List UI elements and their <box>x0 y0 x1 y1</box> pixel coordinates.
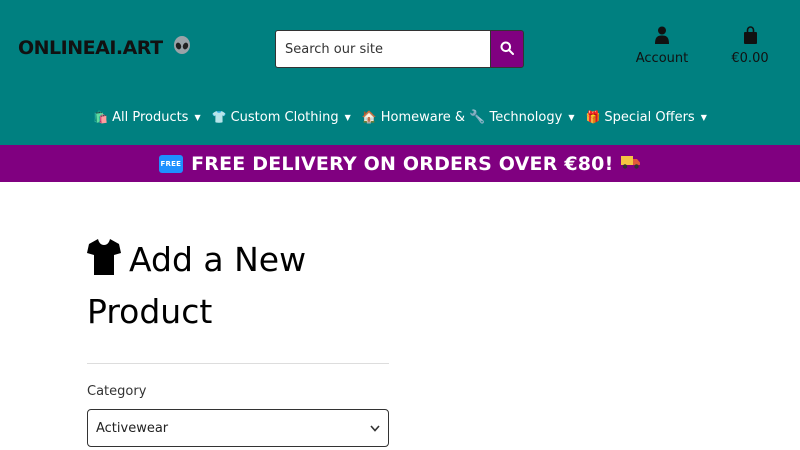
user-icon <box>655 26 669 48</box>
category-label: Category <box>87 384 147 399</box>
delivery-truck-icon <box>621 153 641 175</box>
brand-name[interactable]: ONLINEAI.ART <box>18 37 163 59</box>
nav-item-all-products[interactable]: 🛍️ All Products ▼ <box>93 104 201 130</box>
site-logo[interactable]: ONLINEAI.ART <box>18 36 191 61</box>
banner-text: FREE DELIVERY ON ORDERS OVER €80! <box>191 152 614 175</box>
caret-down-icon: ▼ <box>344 112 351 122</box>
nav-item-homeware-technology[interactable]: 🏠 Homeware & 🔧 Technology ▼ <box>362 104 575 130</box>
page-title: Add a New Product <box>87 236 389 335</box>
house-icon: 🏠 <box>361 110 377 124</box>
site-header: ONLINEAI.ART Account <box>0 0 800 145</box>
cart-link[interactable]: €0.00 <box>722 26 778 66</box>
search-button[interactable] <box>490 30 524 68</box>
t-shirt-icon <box>87 238 121 288</box>
search-icon <box>500 40 514 59</box>
nav-item-special-offers[interactable]: 🎁 Special Offers ▼ <box>585 104 706 130</box>
shopping-bag-icon <box>743 26 758 48</box>
gift-icon: 🎁 <box>585 110 601 124</box>
shopping-bags-icon: 🛍️ <box>93 110 109 124</box>
nav-item-label: Special Offers <box>604 109 695 125</box>
alien-icon <box>173 36 191 61</box>
t-shirt-icon: 👕 <box>211 110 227 124</box>
search-bar <box>275 30 524 68</box>
delivery-banner: FREE FREE DELIVERY ON ORDERS OVER €80! <box>0 145 800 182</box>
main-nav: 🛍️ All Products ▼ 👕 Custom Clothing ▼ 🏠 … <box>0 104 800 130</box>
cart-total: €0.00 <box>731 51 769 66</box>
account-label: Account <box>635 51 689 66</box>
main-content: Add a New Product Category Activewear <box>87 236 389 447</box>
search-input[interactable] <box>275 30 491 68</box>
nav-item-label: Homeware & 🔧 Technology <box>380 109 563 125</box>
select-chevron-icon <box>370 421 380 436</box>
category-selected-value: Activewear <box>96 420 169 436</box>
nav-item-custom-clothing[interactable]: 👕 Custom Clothing ▼ <box>212 104 351 130</box>
account-link[interactable]: Account <box>630 26 694 66</box>
caret-down-icon: ▼ <box>568 112 575 122</box>
category-select[interactable]: Activewear <box>87 409 389 447</box>
divider <box>87 363 389 364</box>
free-tag-icon: FREE <box>158 154 184 173</box>
caret-down-icon: ▼ <box>194 112 201 122</box>
nav-item-label: Custom Clothing <box>230 109 339 125</box>
caret-down-icon: ▼ <box>700 112 707 122</box>
nav-item-label: All Products <box>112 109 189 125</box>
